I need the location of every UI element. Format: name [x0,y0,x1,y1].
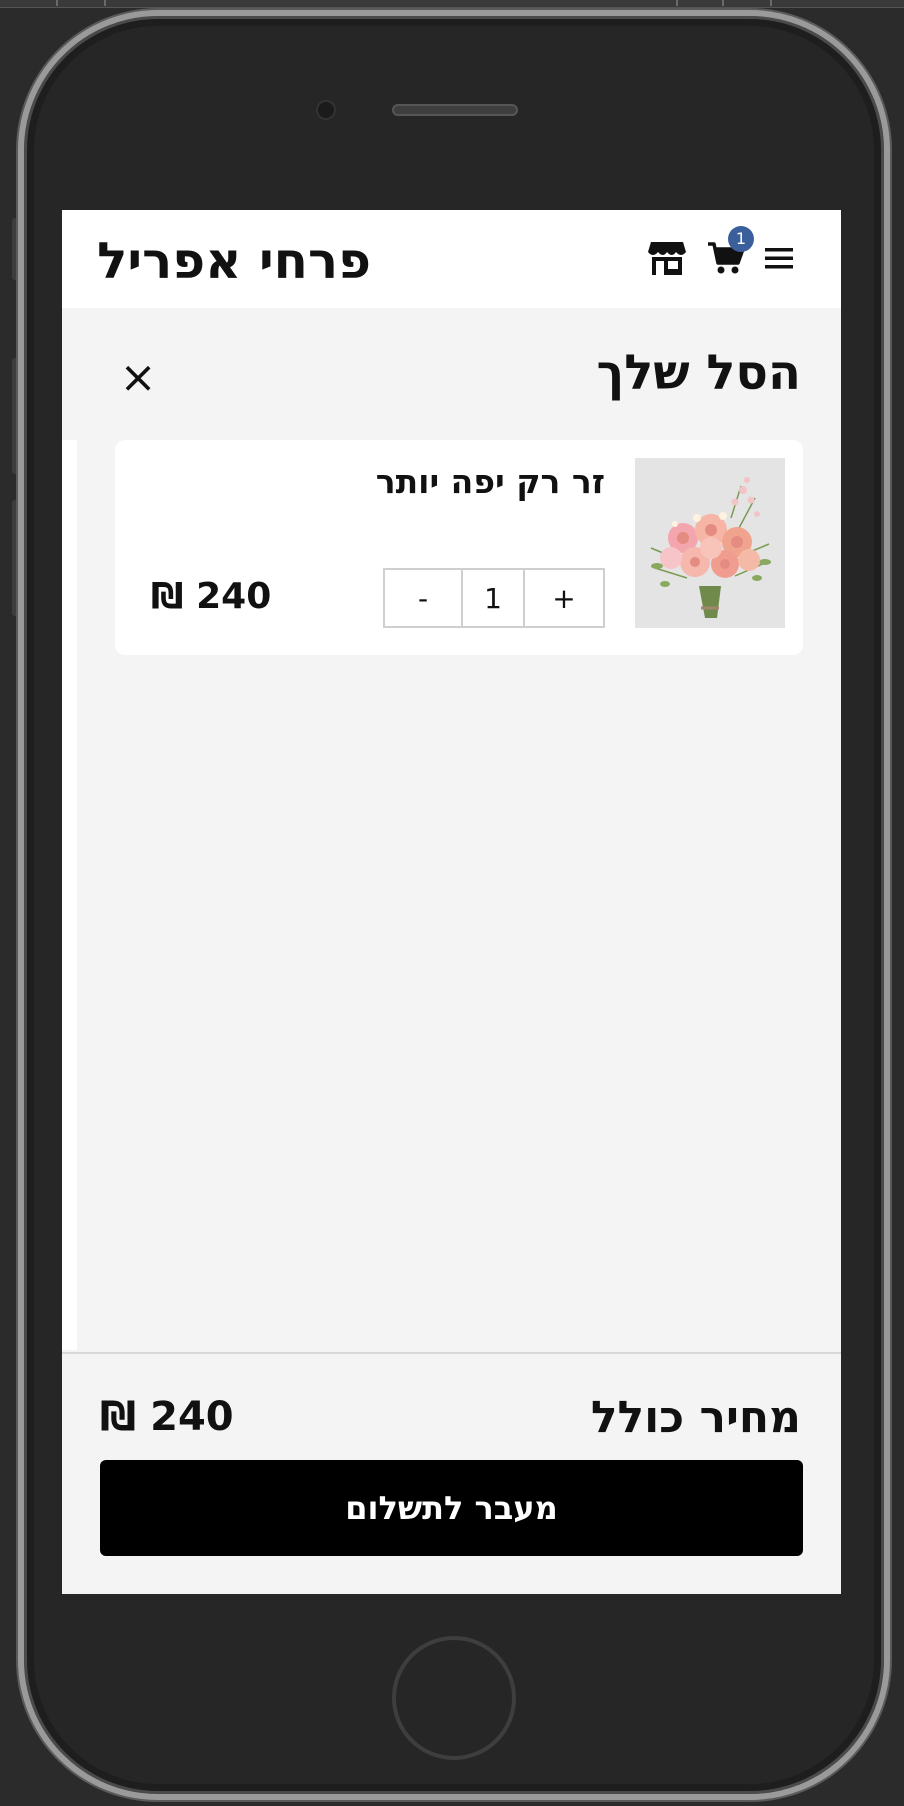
item-price: 240 ₪ [151,576,272,617]
brand-logo[interactable]: פרחי אפריל [97,232,371,290]
store-icon[interactable] [646,238,688,278]
phone-home-button[interactable] [392,1636,516,1760]
site-header: פרחי אפריל 1 [62,210,841,308]
phone-speaker [392,104,518,116]
quantity-value[interactable]: 1 [463,570,525,626]
total-price: 240 ₪ [100,1394,234,1440]
browser-top-strip [0,0,904,8]
cart-count-badge: 1 [728,226,754,252]
decrease-quantity-button[interactable]: - [385,570,463,626]
cart-item: זר רק יפה יותר - 1 + 240 ₪ [115,440,803,655]
increase-quantity-button[interactable]: + [525,570,603,626]
cart-title: הסל שלך [596,345,801,401]
menu-icon[interactable] [762,238,796,278]
quantity-stepper: - 1 + [383,568,605,628]
product-name[interactable]: זר רק יפה יותר [376,462,605,501]
cart-footer: מחיר כולל 240 ₪ מעבר לתשלום [62,1352,841,1594]
total-label: מחיר כולל [590,1392,801,1443]
phone-camera [318,102,334,118]
phone-screen: פרחי אפריל 1 הסל שלך × זר רק יפה יותר - … [62,210,841,1594]
page-content-edge [62,440,77,1350]
product-image[interactable] [635,458,785,628]
checkout-button[interactable]: מעבר לתשלום [100,1460,803,1556]
close-icon[interactable]: × [114,354,162,402]
